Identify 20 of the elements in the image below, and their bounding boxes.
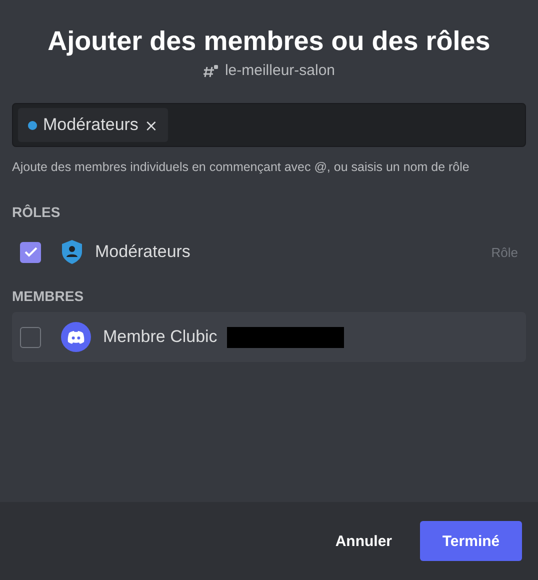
section-heading: MEMBRES xyxy=(12,288,85,304)
checkbox[interactable] xyxy=(20,242,41,262)
role-tag: Rôle xyxy=(491,244,518,260)
locked-channel-icon xyxy=(202,64,219,78)
member-row[interactable]: Membre Clubic xyxy=(12,312,526,362)
avatar-icon xyxy=(61,322,91,352)
hint-text: Ajoute des membres individuels en commençant avec @, ou saisis un nom de rôle xyxy=(12,160,470,174)
search-field[interactable]: Modérateurs × xyxy=(12,103,526,147)
remove-chip-button[interactable]: × xyxy=(144,116,158,134)
channel-name: le-meilleur-salon xyxy=(224,62,336,79)
cancel-button[interactable]: Annuler xyxy=(319,521,408,561)
checkbox[interactable] xyxy=(20,326,41,348)
section-heading: RÔLES xyxy=(12,204,62,220)
chip-label: Modérateurs xyxy=(43,115,138,135)
item-name: Modérateurs xyxy=(95,242,190,262)
check-icon xyxy=(24,246,38,258)
dialog-title: Ajouter des membres ou des rôles xyxy=(46,25,492,58)
item-name: Membre Clubic xyxy=(103,327,218,347)
shield-person-icon xyxy=(61,239,83,265)
done-button[interactable]: Terminé xyxy=(420,521,522,561)
